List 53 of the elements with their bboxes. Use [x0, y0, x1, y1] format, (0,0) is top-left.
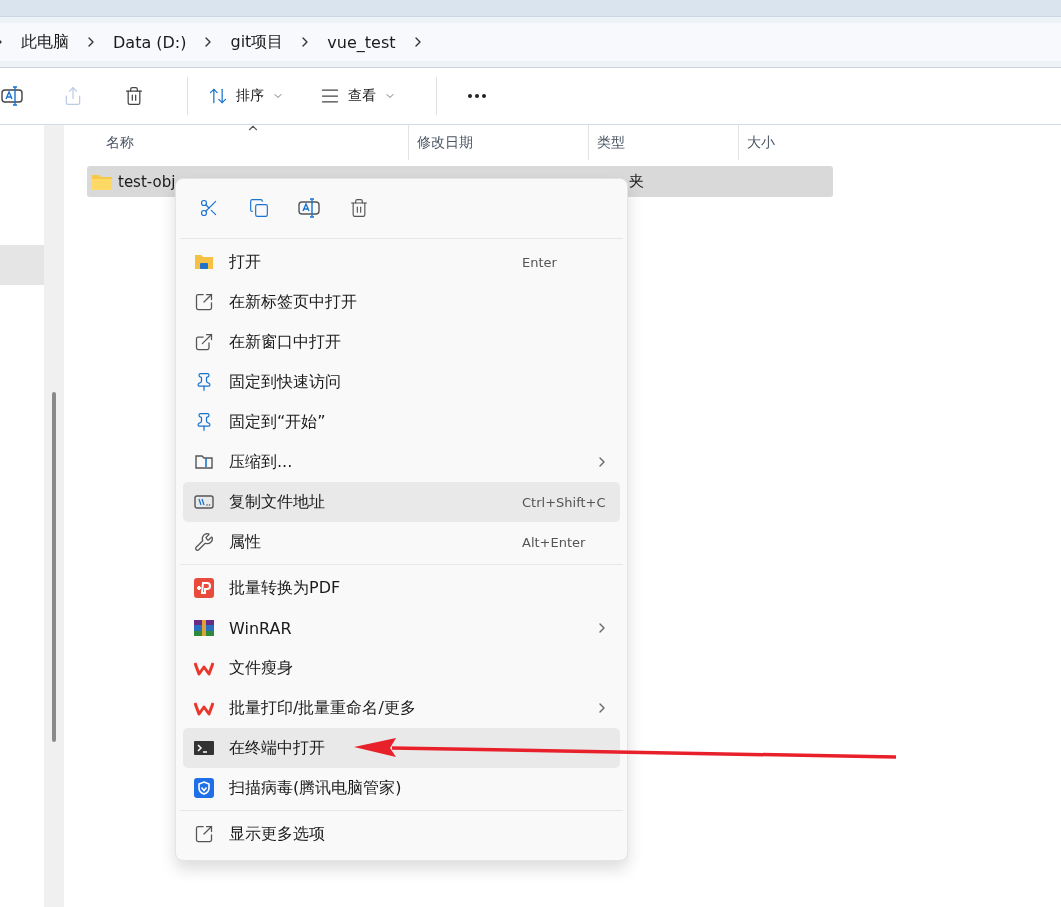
new-window-icon — [194, 332, 214, 352]
shortcut-text: Ctrl+Shift+C — [522, 494, 606, 510]
menu-item[interactable]: 批量转换为PDF — [183, 568, 620, 608]
more-options-icon — [194, 824, 214, 844]
column-header[interactable]: 类型 — [588, 125, 738, 160]
more-icon — [468, 94, 486, 98]
breadcrumb[interactable]: Data (D:) — [99, 32, 201, 52]
menu-item[interactable]: WinRAR — [183, 608, 620, 648]
path-icon — [194, 492, 214, 512]
pdf-icon — [194, 578, 214, 598]
view-button[interactable]: 查看 — [312, 78, 404, 114]
menu-item[interactable]: 在新窗口中打开 — [183, 322, 620, 362]
copy-icon — [249, 197, 269, 218]
folder-icon — [92, 173, 112, 190]
scrollbar[interactable] — [44, 125, 64, 907]
new-tab-icon — [194, 292, 214, 312]
zip-folder-icon — [194, 452, 214, 472]
delete-icon — [124, 86, 144, 106]
menu-item[interactable]: 批量打印/批量重命名/更多 — [183, 688, 620, 728]
menu-item[interactable]: 扫描病毒(腾讯电脑管家) — [183, 768, 620, 808]
folder-icon — [194, 252, 214, 272]
column-header[interactable]: 大小 — [738, 125, 838, 160]
menu-item[interactable]: 文件瘦身 — [183, 648, 620, 688]
breadcrumb[interactable]: git项目 — [216, 31, 298, 53]
menu-item[interactable]: 显示更多选项 — [183, 814, 620, 854]
menu-item[interactable]: 在新标签页中打开 — [183, 282, 620, 322]
column-header[interactable]: 名称 — [87, 125, 408, 160]
shield-icon — [194, 778, 214, 798]
menu-item[interactable]: 固定到“开始” — [183, 402, 620, 442]
file-name: test-obj — [118, 172, 176, 191]
rename-icon — [298, 196, 320, 219]
address-bar[interactable]: 此电脑 Data (D:) git项目 vue_test — [0, 23, 1061, 61]
menu-item[interactable]: 压缩到... — [183, 442, 620, 482]
shortcut-text: Enter — [522, 254, 557, 270]
menu-item[interactable]: 在终端中打开 — [183, 728, 620, 768]
delete-icon — [349, 197, 369, 218]
rename-icon — [1, 85, 23, 107]
share-icon — [63, 86, 83, 106]
sort-button[interactable]: 排序 — [200, 78, 292, 114]
menu-item[interactable]: 复制文件地址 Ctrl+Shift+C — [183, 482, 620, 522]
menu-item[interactable]: 固定到快速访问 — [183, 362, 620, 402]
menu-item[interactable]: 属性 Alt+Enter — [183, 522, 620, 562]
breadcrumb[interactable]: 此电脑 — [7, 31, 83, 53]
archive-books-icon — [194, 618, 214, 638]
column-header[interactable]: 修改日期 — [408, 125, 588, 160]
terminal-icon — [194, 738, 214, 758]
file-type: 夹 — [628, 172, 644, 191]
cut-icon — [199, 197, 219, 218]
sort-icon — [208, 86, 228, 106]
shortcut-text: Alt+Enter — [522, 534, 586, 550]
breadcrumb[interactable]: vue_test — [313, 32, 410, 52]
wrench-icon — [194, 532, 214, 552]
menu-item[interactable]: 打开 Enter — [183, 242, 620, 282]
